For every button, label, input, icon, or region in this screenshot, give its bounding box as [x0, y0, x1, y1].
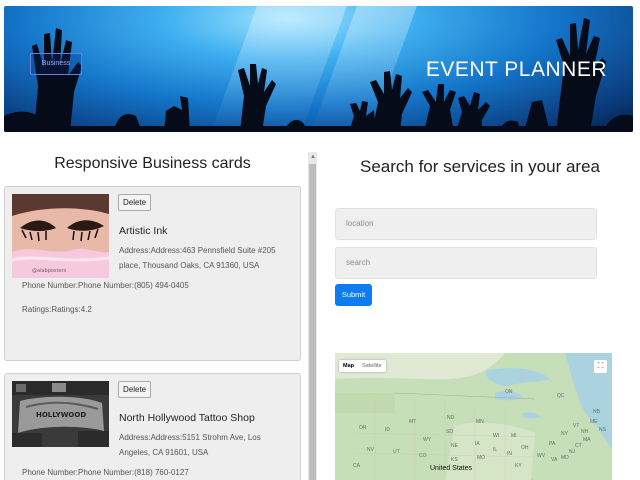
- photo-caption: HOLLYWOOD: [36, 411, 86, 419]
- submit-button[interactable]: Submit: [335, 284, 372, 306]
- location-input[interactable]: location: [335, 208, 597, 240]
- map-label: WY: [423, 437, 432, 443]
- map-label: NS: [599, 427, 606, 433]
- map-label: CA: [353, 463, 360, 469]
- map-label: ON: [505, 389, 513, 395]
- map-label: KY: [515, 463, 522, 469]
- map-label: ID: [385, 427, 390, 433]
- business-name: Artistic Ink: [119, 225, 168, 237]
- scrollbar-thumb[interactable]: [309, 164, 316, 480]
- map-label: NV: [367, 447, 374, 453]
- map-label: NH: [581, 429, 589, 435]
- map-label: MT: [409, 419, 417, 425]
- business-name: North Hollywood Tattoo Shop: [119, 412, 255, 424]
- map-label: WV: [537, 453, 546, 459]
- business-card: @alabposters Delete Artistic Ink Address…: [4, 186, 301, 361]
- map-label: NB: [593, 409, 600, 415]
- business-card-list[interactable]: @alabposters Delete Artistic Ink Address…: [0, 150, 318, 480]
- right-section-title: Search for services in your area: [360, 157, 600, 176]
- business-address: Address:Address:5151 Strohm Ave, Los Ang…: [119, 433, 261, 457]
- satellite-tab[interactable]: Satellite: [358, 360, 386, 372]
- nav-button[interactable]: Business: [30, 53, 82, 75]
- map-label: IN: [507, 451, 512, 457]
- map[interactable]: MT ND MN WI SD NE IA IL WY OR ID NV UT C…: [335, 353, 612, 480]
- business-phone: Phone Number:Phone Number:(818) 760-0127: [22, 468, 189, 477]
- map-label: QC: [557, 393, 565, 399]
- fullscreen-icon[interactable]: ⛶: [594, 360, 607, 373]
- map-label: OR: [359, 425, 367, 431]
- business-card: HOLLYWOOD Delete North Hollywood Tattoo …: [4, 373, 301, 480]
- map-label: VA: [551, 457, 558, 463]
- photo-caption: @alabposters: [32, 268, 67, 274]
- page-title: EVENT PLANNER: [425, 58, 607, 81]
- map-label: IL: [493, 447, 498, 453]
- map-label: ME: [590, 419, 598, 425]
- search-input[interactable]: search: [335, 247, 597, 279]
- map-label: MD: [561, 455, 569, 461]
- business-photo: HOLLYWOOD: [12, 381, 109, 447]
- map-label: NJ: [569, 449, 576, 455]
- business-photo: @alabposters: [12, 194, 109, 278]
- map-label: MI: [511, 433, 517, 439]
- map-label: MA: [583, 437, 591, 443]
- delete-button[interactable]: Delete: [118, 381, 152, 398]
- map-label: MO: [477, 455, 486, 461]
- map-tab[interactable]: Map: [339, 360, 358, 372]
- business-phone: Phone Number:Phone Number:(805) 494-0405: [22, 281, 189, 290]
- business-address: Address:Address:463 Pennsfield Suite #20…: [119, 246, 276, 270]
- map-label: UT: [393, 449, 400, 455]
- scroll-up-icon[interactable]: ▲: [310, 154, 316, 160]
- map-label: CO: [419, 453, 427, 459]
- map-label: PA: [549, 441, 556, 447]
- map-label: WI: [493, 433, 500, 439]
- business-ratings: Ratings:Ratings:4.2: [22, 305, 92, 314]
- map-type-control: Map Satellite: [339, 360, 386, 372]
- map-label: OH: [521, 445, 529, 451]
- map-label: KS: [451, 457, 458, 463]
- map-label: NY: [561, 431, 568, 437]
- map-label: NE: [451, 443, 458, 449]
- map-label: MN: [476, 419, 484, 425]
- map-label: SD: [446, 429, 453, 435]
- hero-banner: Business EVENT PLANNER: [4, 6, 633, 132]
- map-label: ND: [447, 415, 455, 421]
- left-section-title: Responsive Business cards: [54, 155, 251, 172]
- map-country-label: United States: [430, 465, 473, 472]
- map-label: CT: [575, 443, 582, 449]
- map-label: IA: [475, 441, 480, 447]
- delete-button[interactable]: Delete: [118, 194, 152, 211]
- map-label: VT: [573, 423, 580, 429]
- scrollbar[interactable]: ▲: [308, 152, 317, 480]
- map-tiles: [335, 353, 612, 480]
